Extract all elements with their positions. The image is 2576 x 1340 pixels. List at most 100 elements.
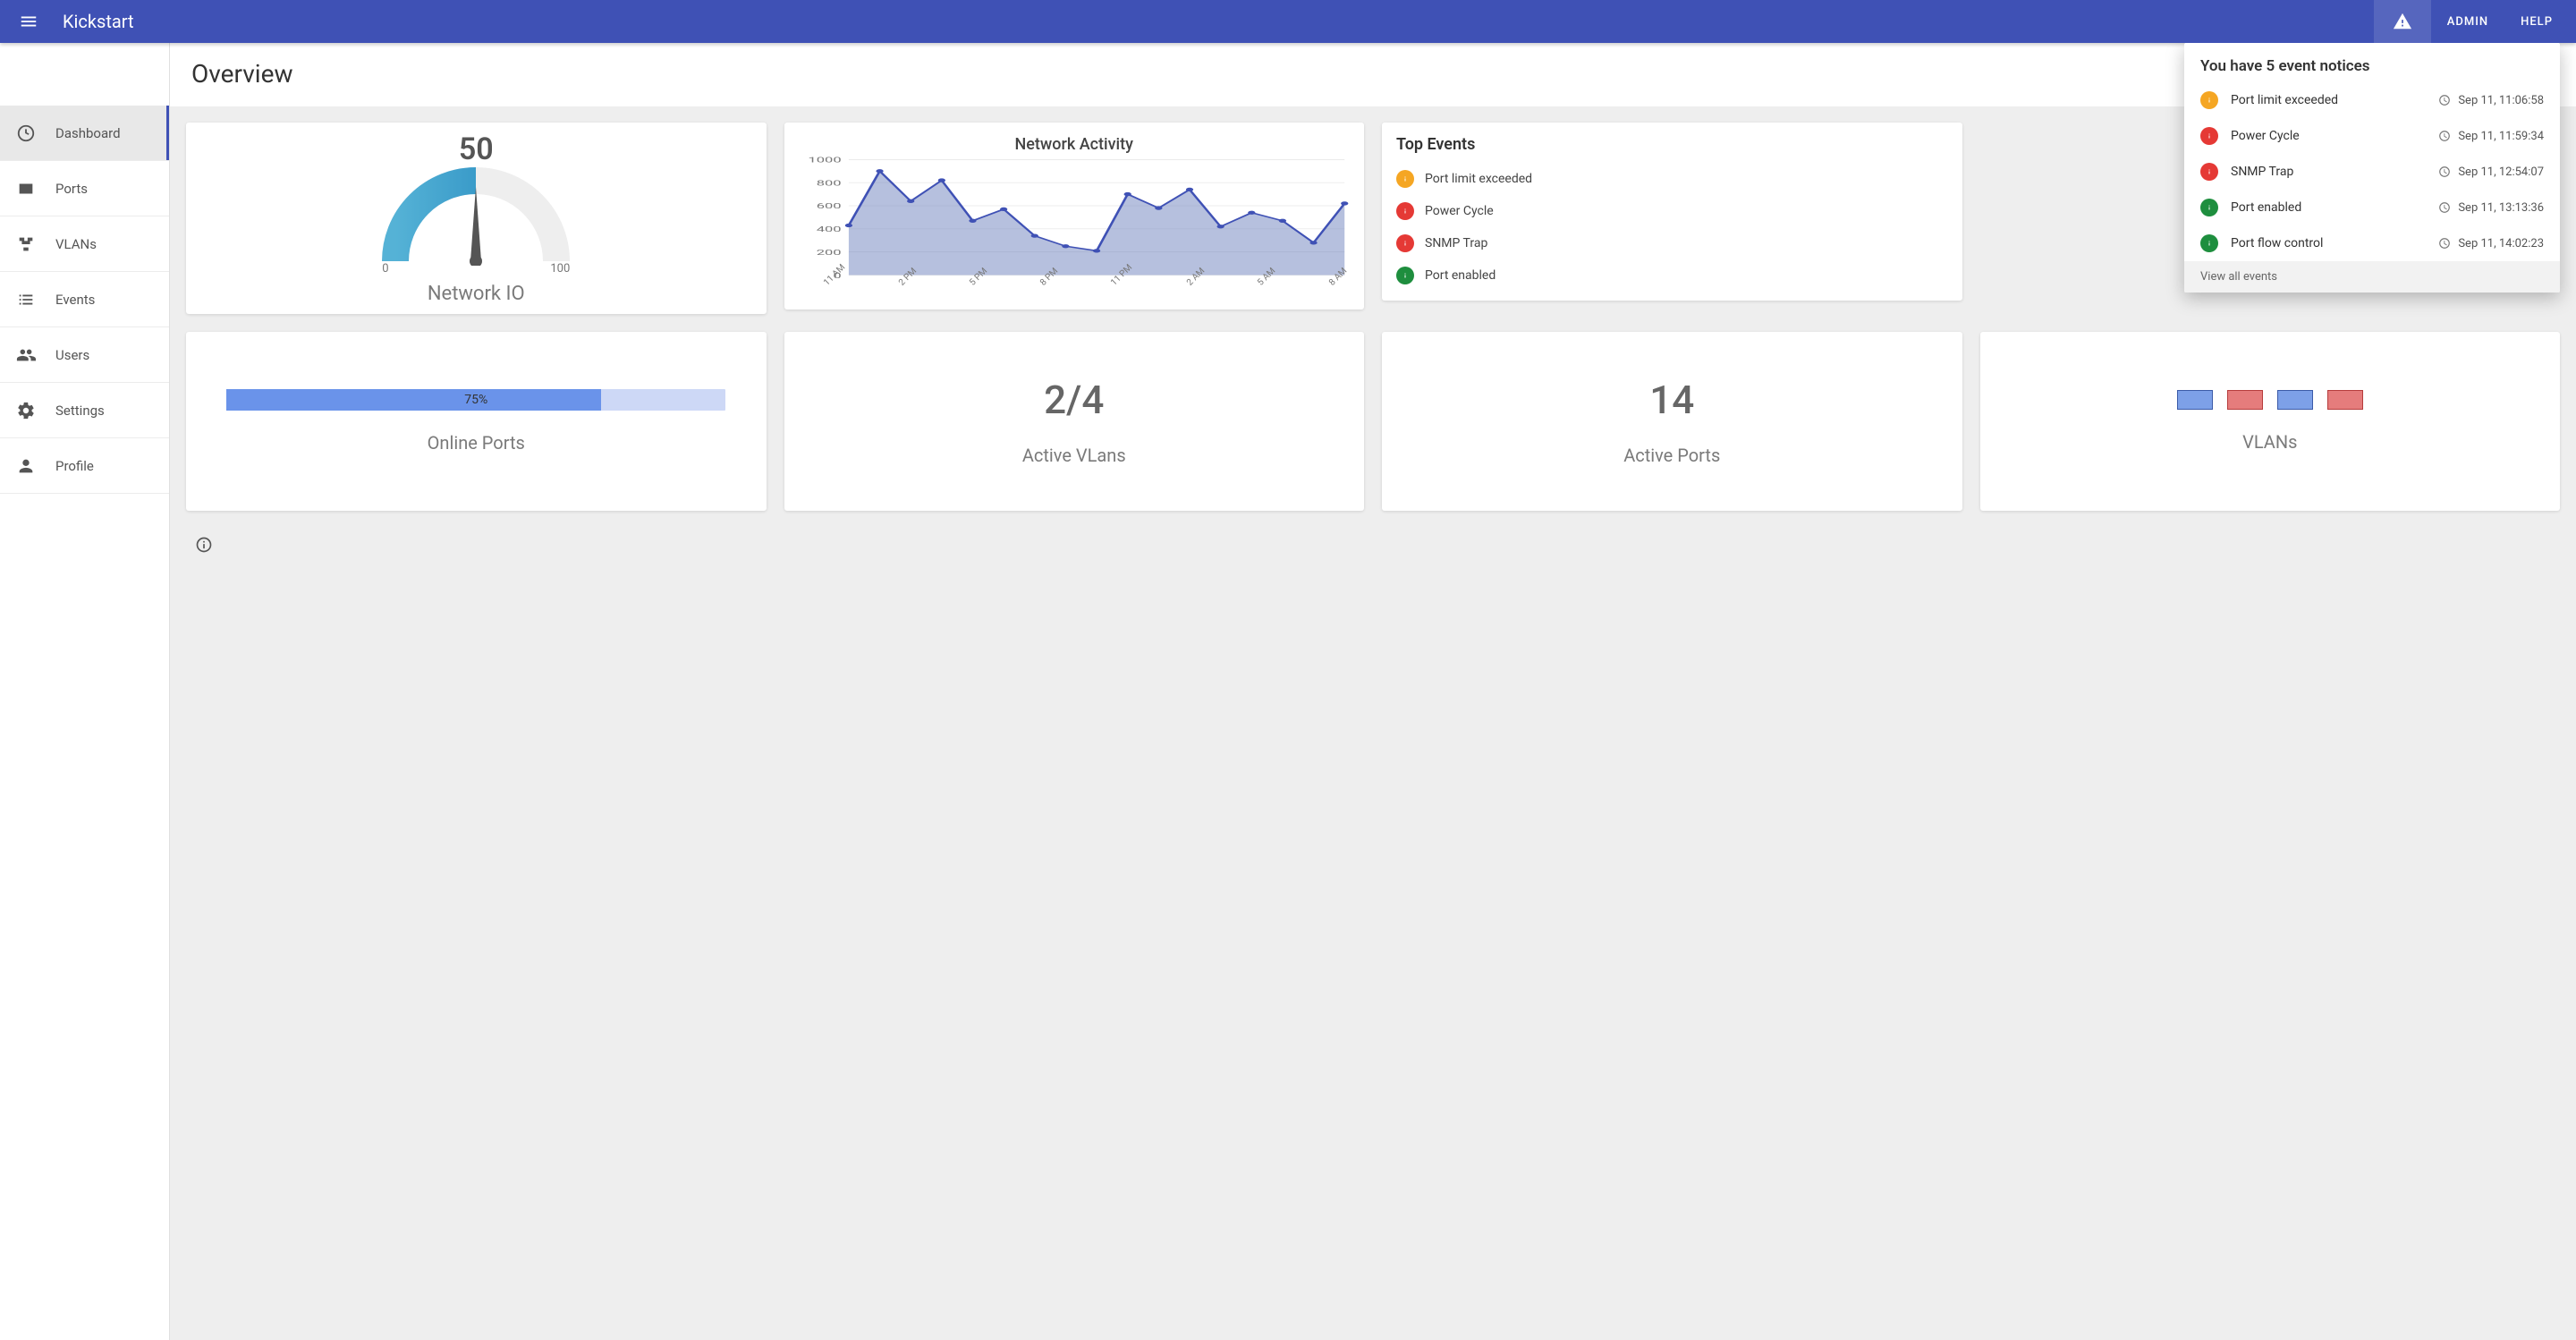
menu-toggle-button[interactable] <box>7 0 50 43</box>
notification-text: Port limit exceeded <box>2231 93 2426 107</box>
online-ports-progress: 75% <box>226 389 725 411</box>
active-ports-card: 14 Active Ports <box>1382 332 1962 511</box>
notification-time: Sep 11, 11:06:58 <box>2438 94 2544 107</box>
chart-x-ticks: 11 AM2 PM5 PM8 PM11 PM2 AM5 AM8 AM <box>797 281 1352 301</box>
ports-icon <box>16 179 36 199</box>
notification-row[interactable]: Port limit exceeded Sep 11, 11:06:58 <box>2184 82 2560 118</box>
top-events-card: Top Events Port limit exceeded Power Cycl… <box>1382 123 1962 301</box>
notification-time: Sep 11, 12:54:07 <box>2438 165 2544 179</box>
gauge-chart <box>377 167 574 266</box>
event-row[interactable]: Power Cycle <box>1394 195 1950 227</box>
svg-text:1000: 1000 <box>808 156 841 165</box>
notification-time: Sep 11, 13:13:36 <box>2438 201 2544 215</box>
svg-text:400: 400 <box>816 225 841 234</box>
sidebar: Dashboard Ports VLANs Events Users Settings Pr… <box>0 43 170 1340</box>
vlans-label: VLANs <box>2242 431 2297 453</box>
content-area: Overview 50 <box>170 43 2576 1340</box>
active-ports-value: 14 <box>1649 377 1694 423</box>
sidebar-item-label: Settings <box>55 403 105 419</box>
active-vlans-value: 2/4 <box>1044 377 1104 423</box>
notifications-panel: You have 5 event notices Port limit exce… <box>2184 43 2560 293</box>
vlan-boxes <box>2177 390 2363 410</box>
event-text: Power Cycle <box>1425 204 1494 218</box>
sidebar-item-users[interactable]: Users <box>0 327 169 383</box>
admin-link[interactable]: ADMIN <box>2431 0 2504 43</box>
event-text: Port enabled <box>1425 268 1496 283</box>
vlan-box-1 <box>2177 390 2213 410</box>
vlans-card: VLANs <box>1980 332 2561 511</box>
event-text: SNMP Trap <box>1425 236 1487 250</box>
notification-text: Power Cycle <box>2231 129 2426 143</box>
area-chart: 02004006008001000 <box>797 156 1352 281</box>
status-dot <box>2200 199 2218 216</box>
top-events-title: Top Events <box>1396 135 1950 154</box>
online-ports-label: Online Ports <box>428 432 525 454</box>
sidebar-item-label: Ports <box>55 181 88 197</box>
notifications-button[interactable] <box>2374 0 2431 43</box>
notification-row[interactable]: SNMP Trap Sep 11, 12:54:07 <box>2184 154 2560 190</box>
chart-title: Network Activity <box>797 135 1352 154</box>
sidebar-item-label: Users <box>55 347 89 363</box>
sidebar-item-label: Dashboard <box>55 125 121 141</box>
menu-icon <box>19 12 38 31</box>
sidebar-item-settings[interactable]: Settings <box>0 383 169 438</box>
status-dot <box>2200 127 2218 145</box>
notification-text: Port enabled <box>2231 200 2426 215</box>
notification-text: SNMP Trap <box>2231 165 2426 179</box>
vlan-box-2 <box>2227 390 2263 410</box>
vlan-box-4 <box>2327 390 2363 410</box>
online-ports-card: 75% Online Ports <box>186 332 767 511</box>
notifications-list: Port limit exceeded Sep 11, 11:06:58 Power… <box>2184 82 2560 261</box>
status-dot <box>2200 91 2218 109</box>
sidebar-item-profile[interactable]: Profile <box>0 438 169 494</box>
dashboard-icon <box>16 123 36 143</box>
notification-row[interactable]: Port enabled Sep 11, 13:13:36 <box>2184 190 2560 225</box>
notification-time: Sep 11, 14:02:23 <box>2438 237 2544 250</box>
view-all-events-link[interactable]: View all events <box>2184 261 2560 293</box>
brand-title: Kickstart <box>63 11 134 32</box>
status-dot <box>1396 202 1414 220</box>
gauge-label: Network IO <box>428 283 525 305</box>
notification-row[interactable]: Power Cycle Sep 11, 11:59:34 <box>2184 118 2560 154</box>
shell: Dashboard Ports VLANs Events Users Settings Pr… <box>0 43 2576 1340</box>
vlan-box-3 <box>2277 390 2313 410</box>
warning-icon <box>2393 12 2412 31</box>
notification-row[interactable]: Port flow control Sep 11, 14:02:23 <box>2184 225 2560 261</box>
event-text: Port limit exceeded <box>1425 172 1532 186</box>
active-vlans-label: Active VLans <box>1022 445 1126 466</box>
event-row[interactable]: Port limit exceeded <box>1394 163 1950 195</box>
network-io-card: 50 <box>186 123 767 314</box>
settings-icon <box>16 401 36 420</box>
status-dot <box>1396 267 1414 284</box>
sidebar-item-ports[interactable]: Ports <box>0 161 169 216</box>
info-row <box>186 529 767 557</box>
notification-text: Port flow control <box>2231 236 2426 250</box>
progress-percent: 75% <box>226 389 725 411</box>
active-vlans-card: 2/4 Active VLans <box>784 332 1365 511</box>
sidebar-item-dashboard[interactable]: Dashboard <box>0 106 169 161</box>
svg-text:600: 600 <box>816 202 841 211</box>
notification-time: Sep 11, 11:59:34 <box>2438 130 2544 143</box>
users-icon <box>16 345 36 365</box>
appbar: Kickstart ADMIN HELP <box>0 0 2576 43</box>
event-row[interactable]: Port enabled <box>1394 259 1950 292</box>
info-icon[interactable] <box>195 536 213 554</box>
sidebar-item-label: VLANs <box>55 236 97 252</box>
sidebar-item-label: Profile <box>55 458 94 474</box>
network-activity-card: Network Activity 02004006008001000 11 AM… <box>784 123 1365 310</box>
vlans-icon <box>16 234 36 254</box>
svg-text:800: 800 <box>816 179 841 188</box>
active-ports-label: Active Ports <box>1623 445 1720 466</box>
status-dot <box>2200 163 2218 181</box>
top-events-list: Port limit exceeded Power Cycle SNMP Trap P… <box>1394 163 1950 292</box>
status-dot <box>2200 234 2218 252</box>
status-dot <box>1396 234 1414 252</box>
sidebar-item-vlans[interactable]: VLANs <box>0 216 169 272</box>
gauge-value: 50 <box>459 131 494 167</box>
event-row[interactable]: SNMP Trap <box>1394 227 1950 259</box>
svg-text:200: 200 <box>816 249 841 258</box>
help-link[interactable]: HELP <box>2504 0 2569 43</box>
profile-icon <box>16 456 36 476</box>
sidebar-item-events[interactable]: Events <box>0 272 169 327</box>
status-dot <box>1396 170 1414 188</box>
